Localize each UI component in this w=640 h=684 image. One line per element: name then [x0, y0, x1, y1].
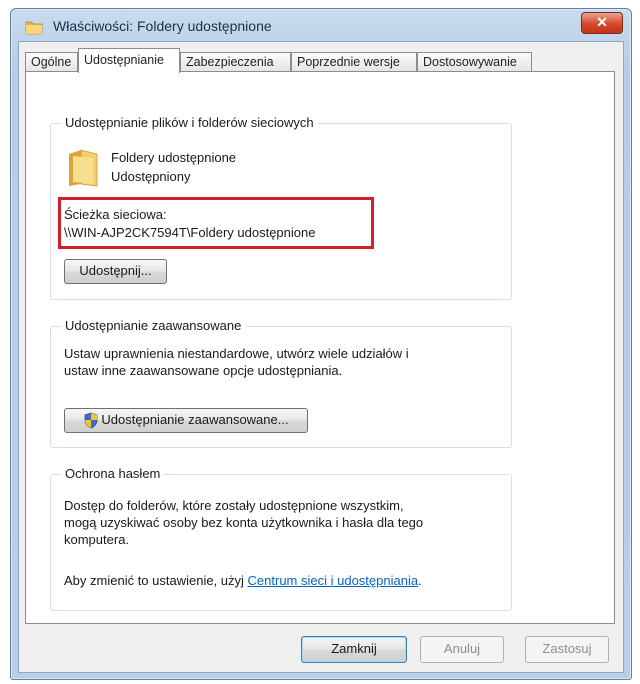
tab-zabezpieczenia[interactable]: Zabezpieczenia: [180, 52, 291, 72]
change-setting-suffix: .: [418, 573, 422, 588]
network-path-label: Ścieżka sieciowa:: [64, 207, 167, 222]
tab-ogolne[interactable]: Ogólne: [25, 52, 78, 72]
tab-poprzednie-wersje[interactable]: Poprzednie wersje: [291, 52, 417, 72]
network-center-link[interactable]: Centrum sieci i udostępniania: [248, 573, 419, 588]
window-close-button[interactable]: ✕: [581, 12, 623, 34]
sharing-tab-panel: Udostępnianie plików i folderów sieciowy…: [25, 71, 615, 624]
advanced-sharing-group: Udostępnianie zaawansowane Ustaw uprawni…: [50, 318, 512, 448]
sharing-status: Udostępniony: [111, 169, 191, 184]
change-setting-prefix: Aby zmienić to ustawienie, użyj: [64, 573, 248, 588]
title-bar[interactable]: Właściwości: Foldery udostępnione ✕: [11, 9, 631, 41]
folder-name: Foldery udostępnione: [111, 150, 237, 165]
advanced-sharing-description-line2: ustaw inne zaawansowane opcje udostępnia…: [64, 363, 343, 378]
change-setting-text: Aby zmienić to ustawienie, użyj Centrum …: [64, 573, 422, 588]
share-button[interactable]: Udostępnij...: [64, 259, 167, 284]
uac-shield-icon: [85, 412, 98, 429]
password-protection-group: Ochrona hasłem Dostęp do folderów, które…: [50, 466, 512, 611]
password-protection-group-title: Ochrona hasłem: [61, 466, 165, 481]
shared-folder-icon: [69, 149, 98, 187]
network-path-highlight: [58, 197, 374, 249]
password-description-line2: mogą uzyskiwać osoby bez konta użytkowni…: [64, 515, 424, 530]
advanced-sharing-description-line1: Ustaw uprawnienia niestandardowe, utwórz…: [64, 346, 409, 361]
tab-udostepnianie[interactable]: Udostępnianie: [78, 48, 180, 73]
password-description-line3: komputera.: [64, 532, 130, 547]
cancel-button[interactable]: Anuluj: [420, 636, 504, 663]
network-sharing-group-title: Udostępnianie plików i folderów sieciowy…: [61, 115, 318, 130]
advanced-sharing-button[interactable]: Udostępnianie zaawansowane...: [64, 408, 308, 433]
folder-icon: [25, 21, 43, 35]
advanced-sharing-button-label: Udostępnianie zaawansowane...: [101, 412, 289, 427]
tab-dostosowywanie[interactable]: Dostosowywanie: [417, 52, 532, 72]
password-description-line1: Dostęp do folderów, które zostały udostę…: [64, 498, 404, 513]
advanced-sharing-group-title: Udostępnianie zaawansowane: [61, 318, 246, 333]
close-button[interactable]: Zamknij: [301, 636, 407, 663]
properties-window: Właściwości: Foldery udostępnione ✕ Ogól…: [10, 8, 632, 680]
network-sharing-group: Udostępnianie plików i folderów sieciowy…: [50, 115, 512, 300]
apply-button[interactable]: Zastosuj: [525, 636, 609, 663]
window-title: Właściwości: Foldery udostępnione: [53, 18, 272, 34]
network-path-value: \\WIN-AJP2CK7594T\Foldery udostępnione: [64, 225, 316, 240]
dialog-client-area: Ogólne Udostępnianie Zabezpieczenia Popr…: [18, 41, 624, 673]
